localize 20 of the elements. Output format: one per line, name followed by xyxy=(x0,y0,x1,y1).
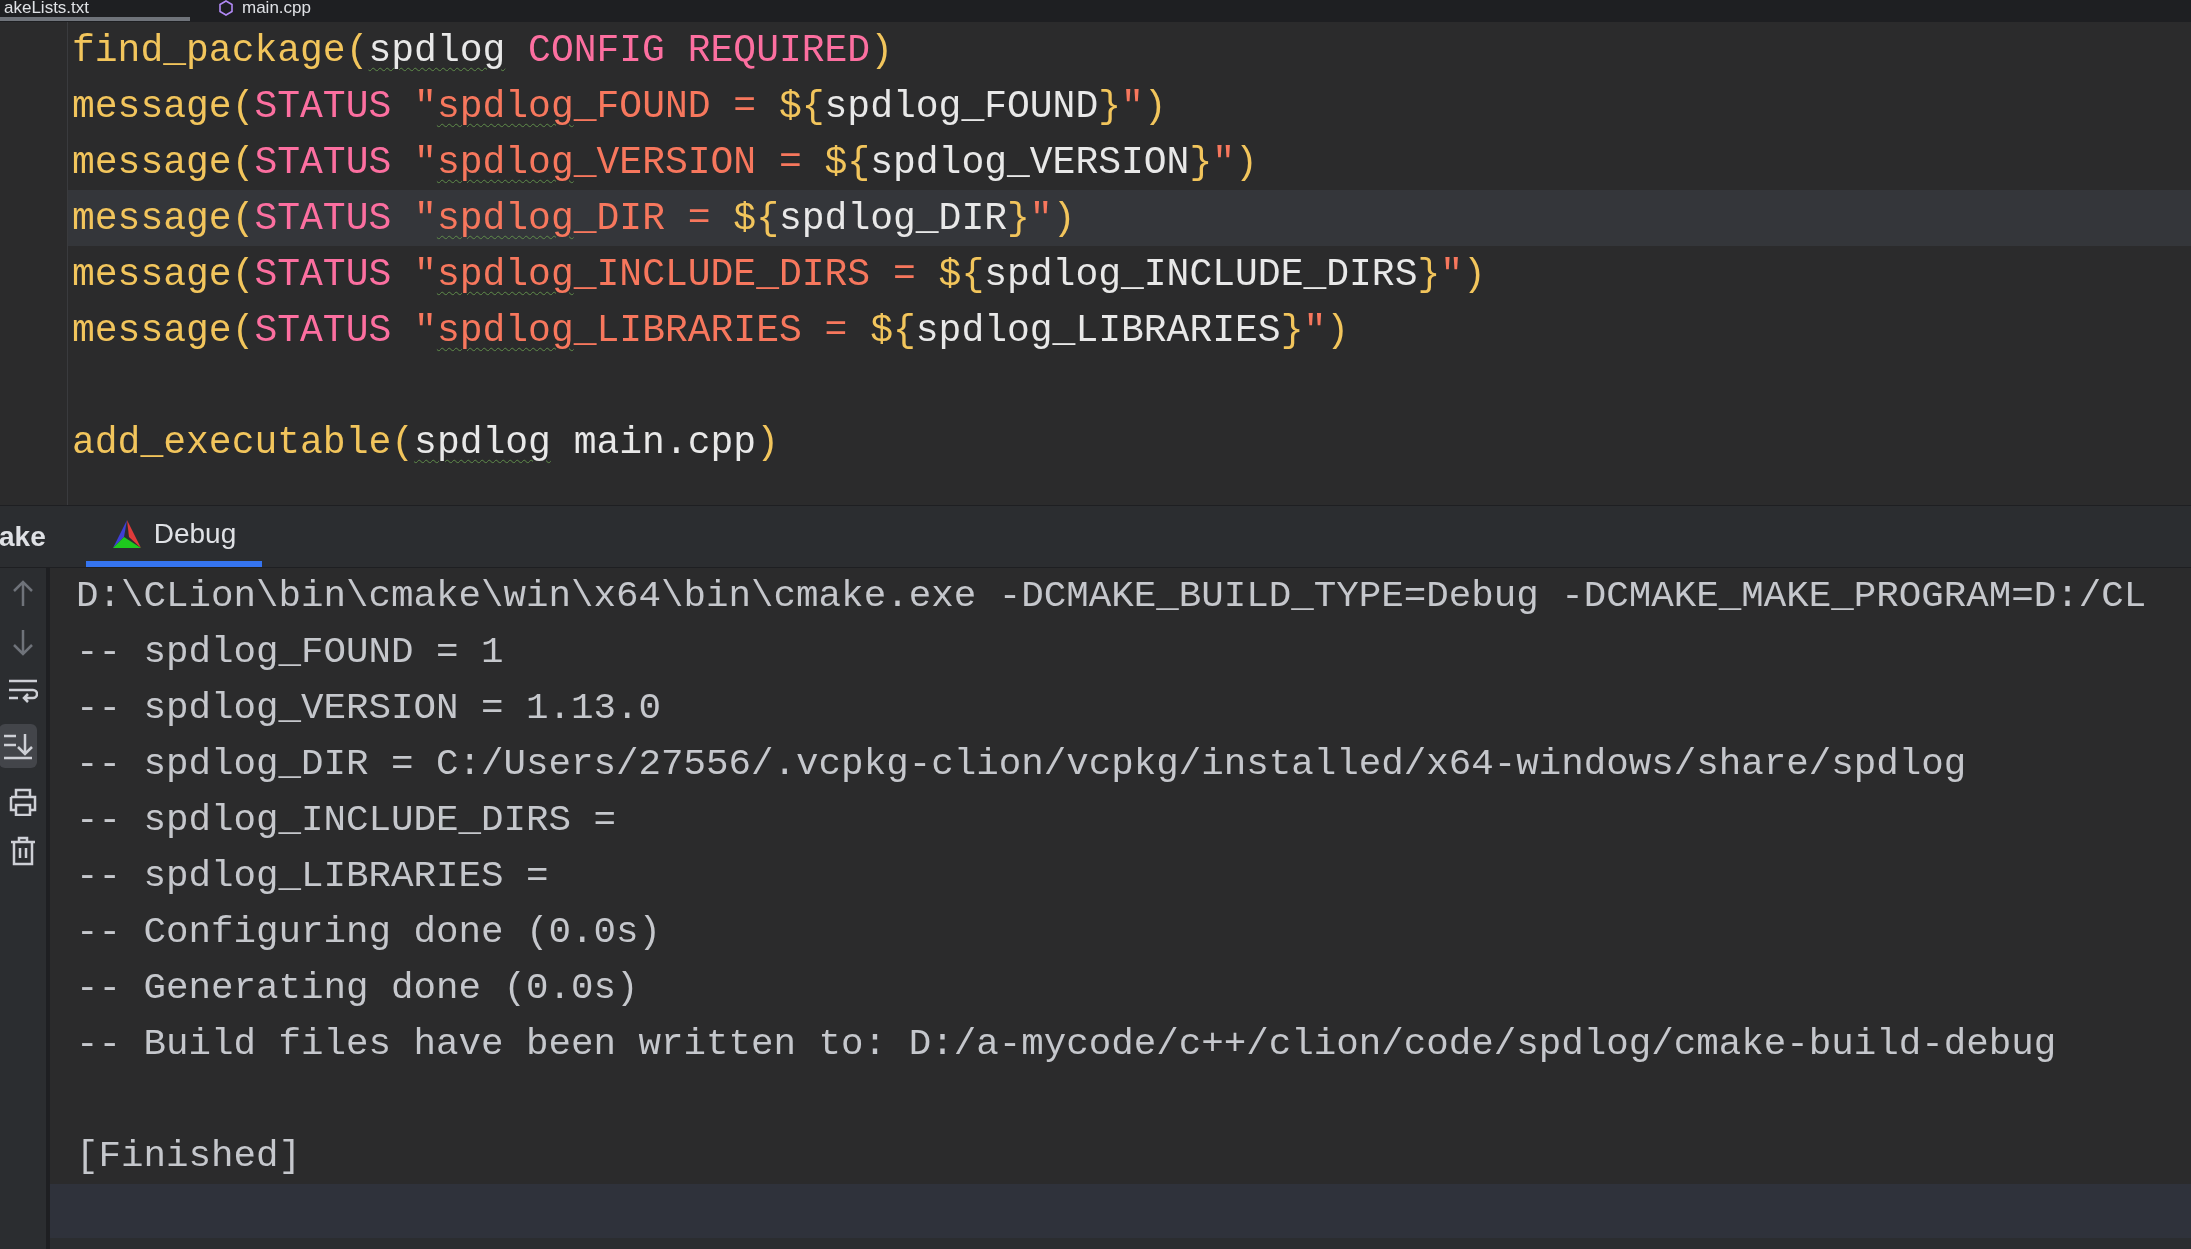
console-line: -- spdlog_INCLUDE_DIRS = xyxy=(76,797,617,843)
console-line: [Finished] xyxy=(76,1133,302,1179)
triangle-logo-icon xyxy=(111,519,142,548)
file-hexagon-icon xyxy=(218,0,234,16)
console-line: -- spdlog_VERSION = 1.13.0 xyxy=(76,685,662,731)
console-line: -- spdlog_DIR = C:/Users/27556/.vcpkg-clion/vcpkg/installed/x64-windows/share/spdlog xyxy=(76,741,1967,787)
editor-tab[interactable]: main.cpp xyxy=(214,0,315,21)
soft-wrap-icon[interactable] xyxy=(8,678,38,704)
console-line: D:\CLion\bin\cmake\win\x64\bin\cmake.exe -DCMAKE_BUILD_TYPE=Debug -DCMAKE_MAKE_PROGRAM=D:/CL xyxy=(76,573,2147,619)
console-line: -- spdlog_FOUND = 1 xyxy=(76,629,504,675)
trash-icon[interactable] xyxy=(10,836,36,866)
down-arrow-icon[interactable] xyxy=(11,628,35,658)
console-line: -- Generating done (0.0s) xyxy=(76,965,639,1011)
console-line: -- Configuring done (0.0s) xyxy=(76,909,662,955)
print-icon[interactable] xyxy=(8,788,38,816)
up-arrow-icon[interactable] xyxy=(11,578,35,608)
scroll-to-end-button[interactable] xyxy=(0,724,37,768)
console-line: -- Build files have been written to: D:/a-mycode/c++/clion/code/spdlog/cmake-build-debug xyxy=(76,1021,2057,1067)
tool-window-title: ake xyxy=(0,519,46,554)
console-line: -- spdlog_LIBRARIES = xyxy=(76,853,549,899)
